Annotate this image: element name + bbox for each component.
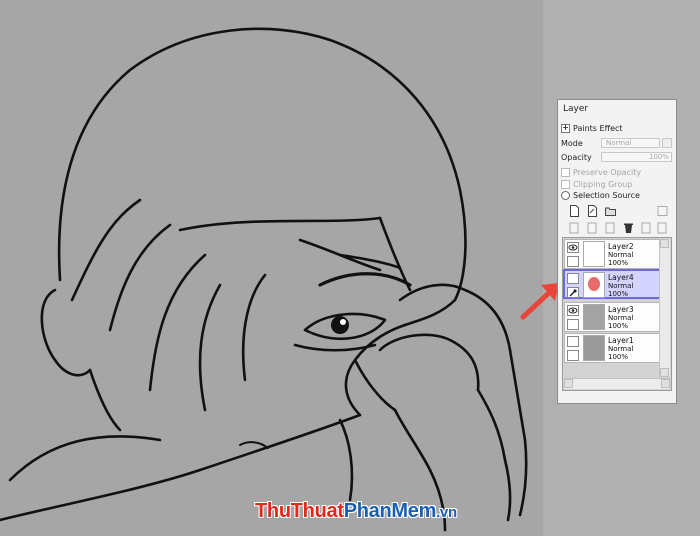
- visibility-checkbox[interactable]: [567, 273, 579, 284]
- layer-options-icon[interactable]: [657, 222, 668, 234]
- layer-thumbnail: [583, 241, 605, 267]
- paints-effect-toggle[interactable]: + Paints Effect: [561, 122, 673, 134]
- eye-icon[interactable]: [567, 242, 579, 253]
- lock-checkbox[interactable]: [567, 350, 579, 361]
- delete-layer-icon[interactable]: [623, 222, 634, 234]
- new-layer-icon[interactable]: [569, 205, 580, 217]
- layer-opacity: 100%: [608, 322, 629, 330]
- layer-thumbnail: [583, 304, 605, 330]
- watermark-part-3: .vn: [436, 504, 457, 521]
- scroll-right-icon[interactable]: [661, 379, 670, 388]
- watermark-part-2: PhanMem: [343, 500, 437, 522]
- scroll-left-icon[interactable]: [564, 379, 573, 388]
- panel-title: Layer: [563, 104, 589, 114]
- line-art-drawing: [0, 27, 528, 532]
- layer-thumbnail: [583, 335, 605, 361]
- layer-item[interactable]: Layer3 Normal 100%: [564, 302, 660, 332]
- eye-icon[interactable]: [567, 305, 579, 316]
- paints-effect-label: Paints Effect: [573, 123, 623, 133]
- mode-dropdown-arrow-icon[interactable]: [662, 138, 672, 148]
- lock-checkbox[interactable]: [567, 319, 579, 330]
- new-vector-layer-icon[interactable]: [587, 205, 598, 217]
- layer-mode: Normal: [608, 282, 634, 290]
- layer-mode: Normal: [608, 314, 634, 322]
- lock-checkbox[interactable]: [567, 256, 579, 267]
- layer-properties-icon[interactable]: [657, 205, 668, 217]
- merge-down-icon[interactable]: [587, 222, 598, 234]
- opacity-label: Opacity: [561, 152, 592, 162]
- layer-panel: Layer + Paints Effect Mode Normal Opacit…: [557, 99, 677, 404]
- layer-opacity: 100%: [608, 353, 629, 361]
- layers-list: Layer2 Normal 100% Layer4 Normal 100% La…: [562, 237, 672, 391]
- layers-horizontal-scrollbar[interactable]: [564, 378, 670, 389]
- layer-name: Layer2: [608, 242, 634, 251]
- selection-source-radio[interactable]: Selection Source: [561, 189, 673, 201]
- merge-visible-icon[interactable]: [641, 222, 652, 234]
- scroll-down-icon[interactable]: [660, 368, 669, 377]
- layer-name: Layer1: [608, 336, 634, 345]
- visibility-checkbox[interactable]: [567, 336, 579, 347]
- layer-thumbnail: [583, 272, 605, 298]
- watermark-part-1: ThuThuat: [255, 500, 344, 522]
- layer-opacity: 100%: [608, 290, 629, 298]
- clear-layer-icon[interactable]: [605, 222, 616, 234]
- drawing-canvas[interactable]: [0, 0, 543, 536]
- scroll-up-icon[interactable]: [660, 239, 669, 248]
- transfer-down-icon[interactable]: [569, 222, 580, 234]
- layer-opacity: 100%: [608, 259, 629, 267]
- clipping-group-box[interactable]: [561, 179, 570, 189]
- selection-source-radio-button[interactable]: [561, 190, 570, 200]
- watermark-logo: ThuThuatPhanMem.vn: [255, 500, 457, 523]
- layer-mode: Normal: [608, 251, 634, 259]
- mode-label: Mode: [561, 138, 583, 148]
- mode-select[interactable]: Normal: [601, 138, 660, 148]
- preserve-opacity-checkbox[interactable]: Preserve Opacity: [561, 166, 673, 178]
- clipping-group-label: Clipping Group: [573, 179, 633, 189]
- expand-plus-icon[interactable]: +: [561, 123, 570, 133]
- layer-item-selected[interactable]: Layer4 Normal 100%: [563, 269, 663, 299]
- layers-vertical-scrollbar[interactable]: [659, 239, 670, 377]
- preserve-opacity-box[interactable]: [561, 167, 570, 177]
- opacity-slider[interactable]: 100%: [601, 152, 672, 162]
- layer-mode: Normal: [608, 345, 634, 353]
- new-folder-icon[interactable]: [605, 205, 616, 217]
- layer-name: Layer3: [608, 305, 634, 314]
- layer-item[interactable]: Layer1 Normal 100%: [564, 333, 660, 363]
- layer-item[interactable]: Layer2 Normal 100%: [564, 239, 660, 269]
- eyedropper-icon[interactable]: [567, 287, 579, 298]
- layer-name: Layer4: [608, 273, 634, 282]
- preserve-opacity-label: Preserve Opacity: [573, 167, 642, 177]
- selection-source-label: Selection Source: [573, 190, 640, 200]
- layer-toolbar: [562, 203, 672, 237]
